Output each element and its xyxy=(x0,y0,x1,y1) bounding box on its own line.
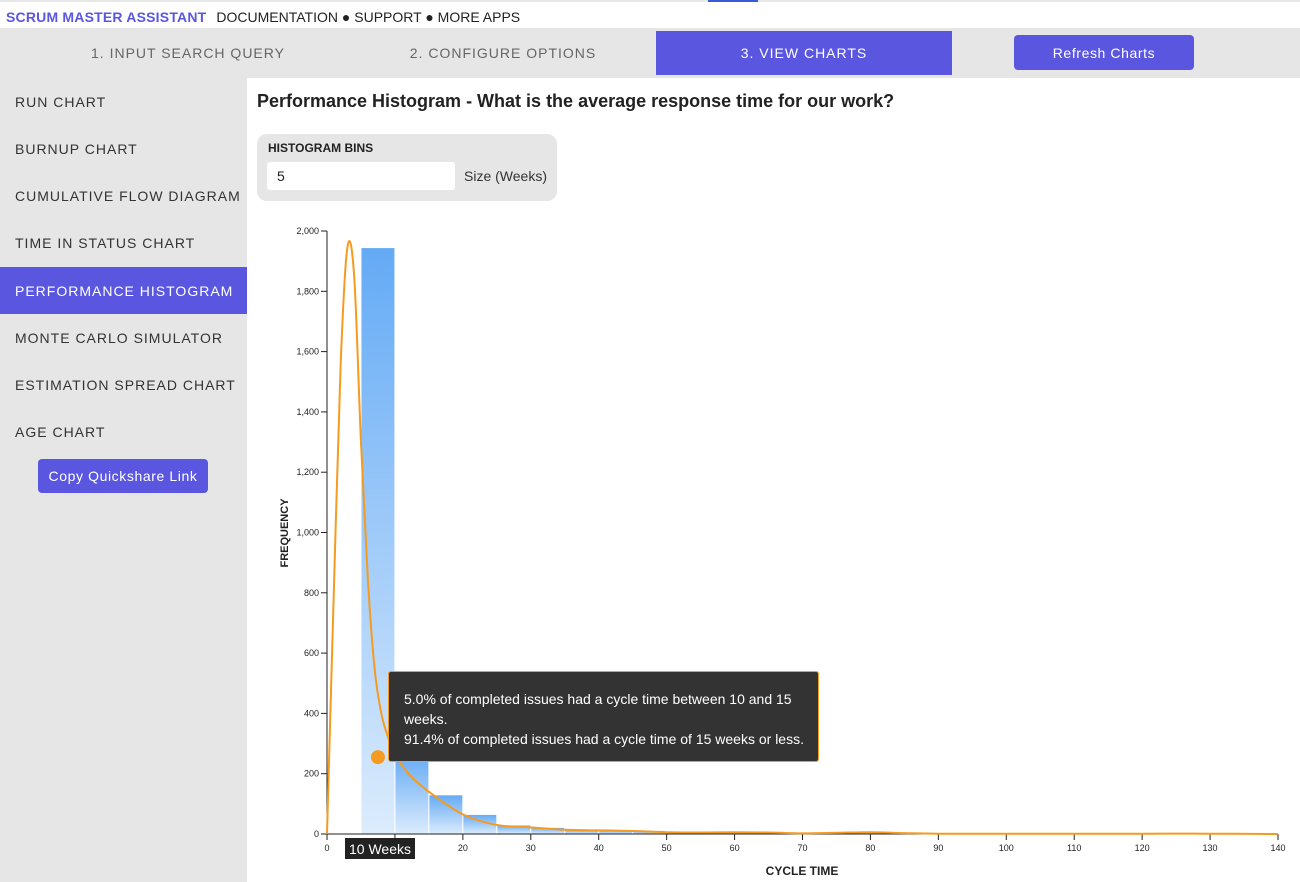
y-axis-label: FREQUENCY xyxy=(279,498,291,568)
tab-configure-options[interactable]: 2. CONFIGURE OPTIONS xyxy=(355,31,651,75)
nav-separator: ● xyxy=(341,9,351,25)
highlight-point[interactable] xyxy=(370,750,385,765)
nav-separator: ● xyxy=(425,9,434,25)
top-nav: SCRUM MASTER ASSISTANT DOCUMENTATION ● S… xyxy=(0,6,520,28)
x-tick-label: 130 xyxy=(1203,843,1218,853)
x-tick-label: 30 xyxy=(526,843,536,853)
copy-quickshare-link-button[interactable]: Copy Quickshare Link xyxy=(38,459,208,493)
histogram-bins-unit: Size (Weeks) xyxy=(464,168,547,184)
top-accent-mark xyxy=(708,0,758,2)
performance-histogram-chart: 02004006008001,0001,2001,4001,6001,8002,… xyxy=(279,226,1286,878)
sidebar-item-monte-carlo-simulator[interactable]: MONTE CARLO SIMULATOR xyxy=(0,314,247,361)
nav-support-link[interactable]: SUPPORT xyxy=(354,9,421,25)
step-tab-bar: 1. INPUT SEARCH QUERY 2. CONFIGURE OPTIO… xyxy=(0,28,1300,78)
y-tick-label: 2,000 xyxy=(296,226,319,236)
x-tick-label: 90 xyxy=(933,843,943,853)
histogram-tooltip: 5.0% of completed issues had a cycle tim… xyxy=(388,671,819,762)
tab-input-search-query[interactable]: 1. INPUT SEARCH QUERY xyxy=(40,31,336,75)
x-hover-label: 10 Weeks xyxy=(345,838,415,859)
x-tick-label: 20 xyxy=(458,843,468,853)
histogram-bins-input[interactable] xyxy=(267,162,455,190)
x-tick-label: 70 xyxy=(797,843,807,853)
x-tick-label: 140 xyxy=(1270,843,1285,853)
x-tick-label: 60 xyxy=(730,843,740,853)
x-axis-label: CYCLE TIME xyxy=(766,864,839,878)
histogram-bins-panel: HISTOGRAM BINS Size (Weeks) xyxy=(257,134,557,201)
sidebar-item-age-chart[interactable]: AGE CHART xyxy=(0,408,247,455)
x-tick-label: 100 xyxy=(999,843,1014,853)
sidebar-item-burnup-chart[interactable]: BURNUP CHART xyxy=(0,125,247,172)
refresh-charts-button[interactable]: Refresh Charts xyxy=(1014,35,1194,70)
y-tick-label: 1,200 xyxy=(296,467,319,477)
x-tick-label: 40 xyxy=(594,843,604,853)
y-tick-label: 1,600 xyxy=(296,347,319,357)
top-accent-strip xyxy=(0,0,1300,2)
sidebar-item-performance-histogram[interactable]: PERFORMANCE HISTOGRAM xyxy=(0,267,247,314)
x-tick-label: 50 xyxy=(662,843,672,853)
x-tick-label: 120 xyxy=(1135,843,1150,853)
nav-documentation-link[interactable]: DOCUMENTATION xyxy=(216,9,338,25)
tab-view-charts[interactable]: 3. VIEW CHARTS xyxy=(656,31,952,75)
y-tick-label: 600 xyxy=(304,648,319,658)
nav-links: DOCUMENTATION ● SUPPORT ● MORE APPS xyxy=(216,9,520,25)
y-tick-label: 400 xyxy=(304,708,319,718)
y-tick-label: 1,400 xyxy=(296,407,319,417)
sidebar-item-run-chart[interactable]: RUN CHART xyxy=(0,78,247,125)
histogram-bar[interactable] xyxy=(428,794,464,835)
sidebar-item-estimation-spread-chart[interactable]: ESTIMATION SPREAD CHART xyxy=(0,361,247,408)
x-tick-label: 0 xyxy=(324,843,329,853)
y-tick-label: 1,800 xyxy=(296,286,319,296)
x-tick-label: 80 xyxy=(865,843,875,853)
y-tick-label: 800 xyxy=(304,588,319,598)
sidebar-item-cumulative-flow-diagram[interactable]: CUMULATIVE FLOW DIAGRAM xyxy=(0,172,247,219)
tooltip-line-1: 5.0% of completed issues had a cycle tim… xyxy=(404,691,792,727)
page-title: Performance Histogram - What is the aver… xyxy=(257,91,895,111)
nav-more-apps-link[interactable]: MORE APPS xyxy=(438,9,520,25)
histogram-bar[interactable] xyxy=(394,753,430,835)
sidebar: RUN CHART BURNUP CHART CUMULATIVE FLOW D… xyxy=(0,78,247,882)
y-tick-label: 1,000 xyxy=(296,528,319,538)
histogram-bins-label: HISTOGRAM BINS xyxy=(268,141,374,155)
brand-link[interactable]: SCRUM MASTER ASSISTANT xyxy=(6,9,206,25)
x-tick-label: 110 xyxy=(1067,843,1081,853)
y-tick-label: 200 xyxy=(304,769,319,779)
sidebar-item-time-in-status-chart[interactable]: TIME IN STATUS CHART xyxy=(0,219,247,266)
y-tick-label: 0 xyxy=(314,829,319,839)
tooltip-line-2: 91.4% of completed issues had a cycle ti… xyxy=(404,731,804,747)
